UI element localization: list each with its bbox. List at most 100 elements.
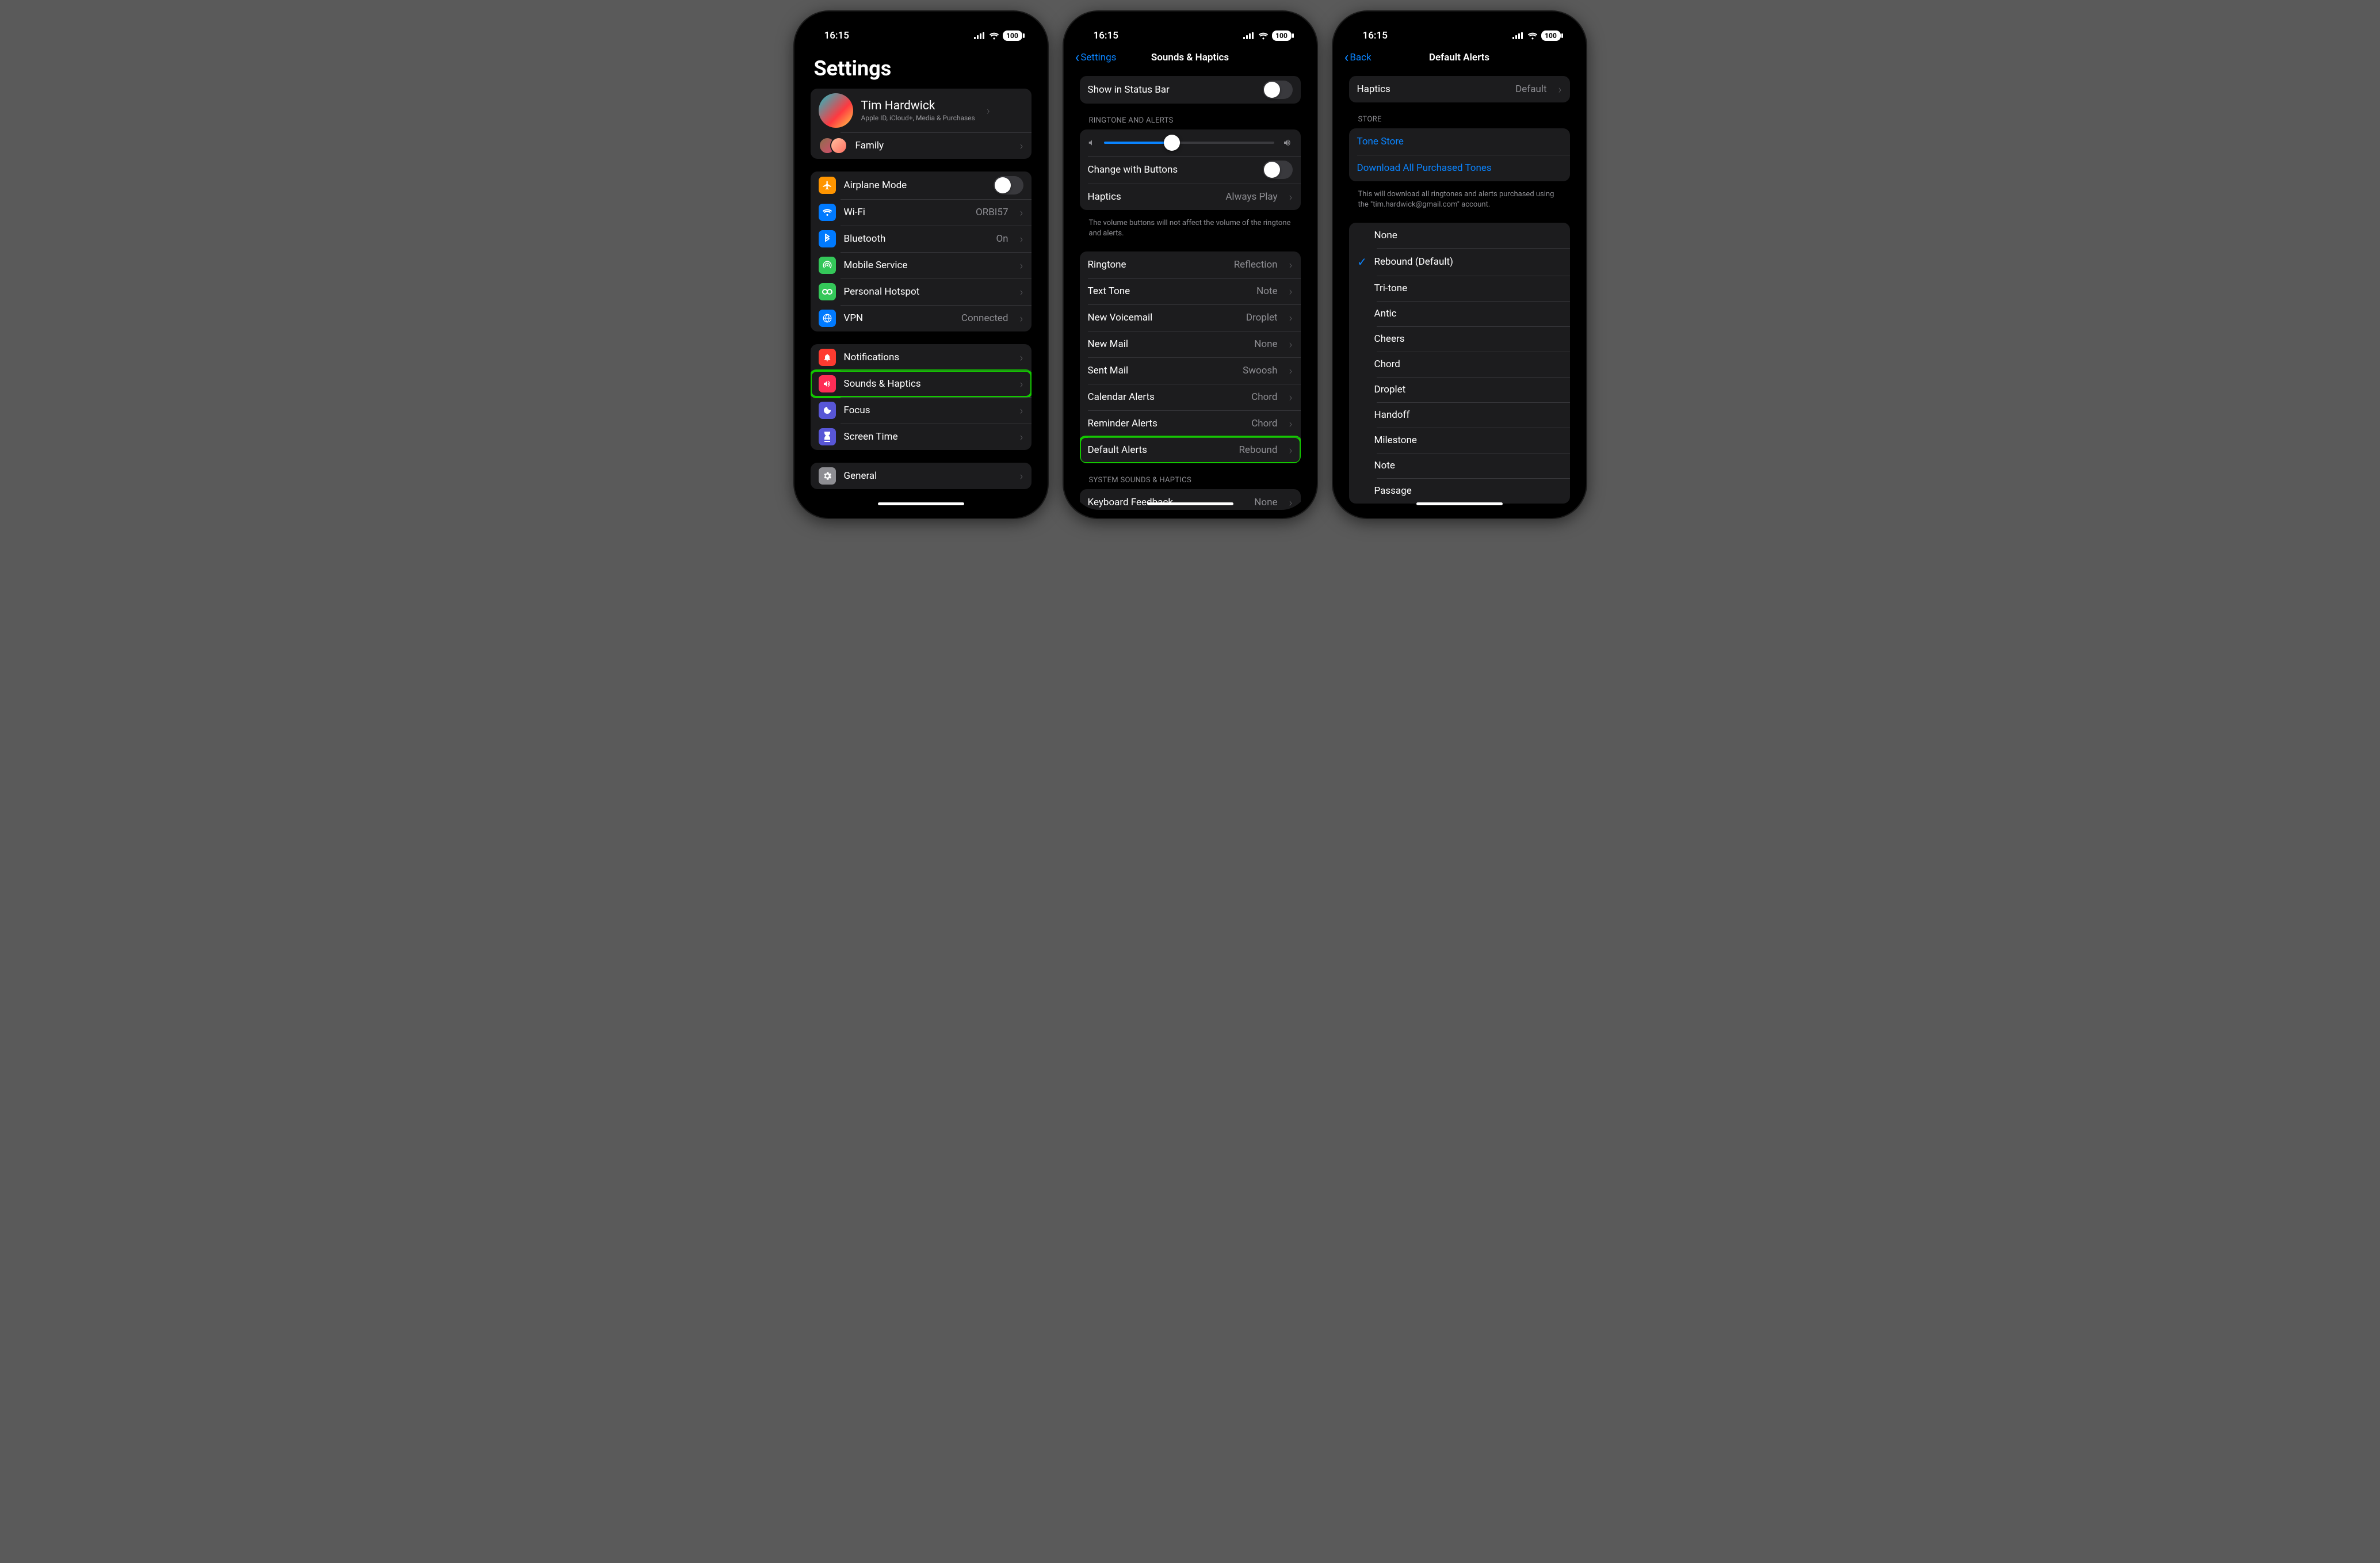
- change-buttons-toggle[interactable]: [1263, 161, 1293, 179]
- phone-default-alerts: 16:15 100 ‹ Back Default Alerts Haptics …: [1333, 12, 1586, 518]
- airplane-toggle[interactable]: [994, 176, 1023, 195]
- tone-option[interactable]: None: [1349, 223, 1570, 248]
- default-alerts-row[interactable]: Default AlertsRebound›: [1080, 437, 1301, 463]
- home-indicator[interactable]: [878, 502, 964, 505]
- back-label: Settings: [1080, 52, 1116, 63]
- haptics-row[interactable]: Haptics Default ›: [1349, 76, 1570, 102]
- screentime-label: Screen Time: [844, 431, 1008, 443]
- profile-name: Tim Hardwick: [861, 99, 975, 113]
- wifi-label: Wi-Fi: [844, 207, 968, 218]
- screentime-row[interactable]: Screen Time ›: [811, 424, 1032, 450]
- voicemail-row[interactable]: New VoicemailDroplet›: [1080, 304, 1301, 331]
- haptics-row[interactable]: Haptics Always Play ›: [1080, 184, 1301, 210]
- focus-label: Focus: [844, 405, 1008, 416]
- hourglass-icon: [819, 428, 836, 445]
- bluetooth-icon: [819, 230, 836, 247]
- hotspot-row[interactable]: Personal Hotspot ›: [811, 279, 1032, 305]
- vpn-value: Connected: [961, 312, 1008, 324]
- tone-option[interactable]: Chord: [1349, 352, 1570, 377]
- mobile-row[interactable]: Mobile Service ›: [811, 252, 1032, 279]
- home-indicator[interactable]: [1147, 502, 1233, 505]
- chevron-right-icon: ›: [1020, 139, 1023, 153]
- battery-icon: 100: [1003, 31, 1022, 41]
- tone-option[interactable]: Milestone: [1349, 428, 1570, 453]
- tones-list: None✓Rebound (Default) Tri-tone Antic Cheer…: [1349, 223, 1570, 504]
- back-button[interactable]: ‹ Back: [1344, 52, 1372, 63]
- show-status-bar-row[interactable]: Show in Status Bar: [1080, 76, 1301, 104]
- airplane-row[interactable]: Airplane Mode: [811, 171, 1032, 199]
- chevron-right-icon: ›: [1020, 285, 1023, 299]
- wifi-value: ORBI57: [976, 207, 1008, 218]
- phone-sounds-haptics: 16:15 100 ‹ Settings Sounds & Haptics Sh…: [1064, 12, 1317, 518]
- tone-option[interactable]: Note: [1349, 453, 1570, 478]
- bell-icon: [819, 349, 836, 366]
- download-tones-row[interactable]: Download All Purchased Tones: [1349, 155, 1570, 181]
- tone-option[interactable]: ✓Rebound (Default): [1349, 248, 1570, 276]
- tone-option[interactable]: Cheers: [1349, 326, 1570, 352]
- text-tone-row[interactable]: Text ToneNote›: [1080, 278, 1301, 304]
- sent-mail-row[interactable]: Sent MailSwoosh›: [1080, 357, 1301, 384]
- chevron-right-icon: ›: [1020, 350, 1023, 364]
- battery-icon: 100: [1272, 31, 1292, 41]
- voicemail-value: Droplet: [1246, 312, 1278, 323]
- bluetooth-label: Bluetooth: [844, 233, 988, 245]
- wifi-row[interactable]: Wi-Fi ORBI57 ›: [811, 199, 1032, 226]
- avatar: [819, 93, 853, 128]
- general-row[interactable]: General ›: [811, 463, 1032, 489]
- apple-id-row[interactable]: Tim Hardwick Apple ID, iCloud+, Media & …: [811, 89, 1032, 132]
- tone-option[interactable]: Passage: [1349, 478, 1570, 504]
- store-footer: This will download all ringtones and ale…: [1349, 185, 1570, 210]
- notifications-row[interactable]: Notifications ›: [811, 344, 1032, 371]
- speaker-icon: [819, 375, 836, 392]
- show-status-toggle[interactable]: [1263, 81, 1293, 99]
- dynamic-island: [1422, 26, 1497, 47]
- tone-store-row[interactable]: Tone Store: [1349, 128, 1570, 155]
- bluetooth-row[interactable]: Bluetooth On ›: [811, 226, 1032, 252]
- volume-slider-row[interactable]: [1080, 129, 1301, 156]
- nav-title: Sounds & Haptics: [1151, 52, 1229, 63]
- sounds-haptics-row[interactable]: Sounds & Haptics ›: [811, 371, 1032, 397]
- signal-icon: [1243, 32, 1255, 39]
- tone-label: Droplet: [1374, 384, 1406, 395]
- sent-mail-value: Swoosh: [1243, 365, 1277, 376]
- chevron-right-icon: ›: [1020, 469, 1023, 483]
- ringtone-value: Reflection: [1234, 259, 1278, 270]
- change-buttons-row[interactable]: Change with Buttons: [1080, 156, 1301, 184]
- chevron-right-icon: ›: [1289, 443, 1293, 457]
- nav-title: Default Alerts: [1429, 52, 1489, 63]
- chevron-right-icon: ›: [1289, 390, 1293, 404]
- tone-option[interactable]: Droplet: [1349, 377, 1570, 402]
- new-mail-row[interactable]: New Mail None ›: [1080, 331, 1301, 357]
- vpn-row[interactable]: VPN Connected ›: [811, 305, 1032, 331]
- chevron-right-icon: ›: [1020, 311, 1023, 325]
- tone-store-label: Tone Store: [1357, 136, 1562, 147]
- tone-option[interactable]: Tri-tone: [1349, 276, 1570, 301]
- haptics-group: Haptics Default ›: [1349, 76, 1570, 102]
- tone-option[interactable]: Handoff: [1349, 402, 1570, 428]
- chevron-right-icon: ›: [1020, 403, 1023, 417]
- sent-mail-label: Sent Mail: [1088, 365, 1235, 376]
- home-indicator[interactable]: [1416, 502, 1503, 505]
- new-mail-value: None: [1254, 338, 1277, 350]
- tone-label: Tri-tone: [1374, 283, 1408, 294]
- chevron-right-icon: ›: [1289, 495, 1293, 509]
- chevron-right-icon: ›: [1289, 337, 1293, 351]
- tone-option[interactable]: Antic: [1349, 301, 1570, 326]
- show-status-label: Show in Status Bar: [1088, 84, 1255, 96]
- back-button[interactable]: ‹ Settings: [1075, 52, 1117, 63]
- focus-row[interactable]: Focus ›: [811, 397, 1032, 424]
- tone-label: Cheers: [1374, 333, 1405, 345]
- keyboard-value: None: [1254, 497, 1277, 508]
- sounds-label: Sounds & Haptics: [844, 378, 1008, 390]
- calendar-alerts-row[interactable]: Calendar AlertsChord›: [1080, 384, 1301, 410]
- bluetooth-value: On: [996, 233, 1008, 245]
- haptics-label: Haptics: [1357, 83, 1508, 95]
- profile-sub: Apple ID, iCloud+, Media & Purchases: [861, 114, 975, 122]
- family-row[interactable]: Family ›: [811, 132, 1032, 159]
- ringtone-row[interactable]: RingtoneReflection›: [1080, 251, 1301, 278]
- volume-slider[interactable]: [1104, 142, 1274, 144]
- new-mail-label: New Mail: [1088, 338, 1247, 350]
- keyboard-feedback-row[interactable]: Keyboard FeedbackNone›: [1080, 489, 1301, 510]
- tone-label: Passage: [1374, 485, 1412, 497]
- reminder-alerts-row[interactable]: Reminder AlertsChord›: [1080, 410, 1301, 437]
